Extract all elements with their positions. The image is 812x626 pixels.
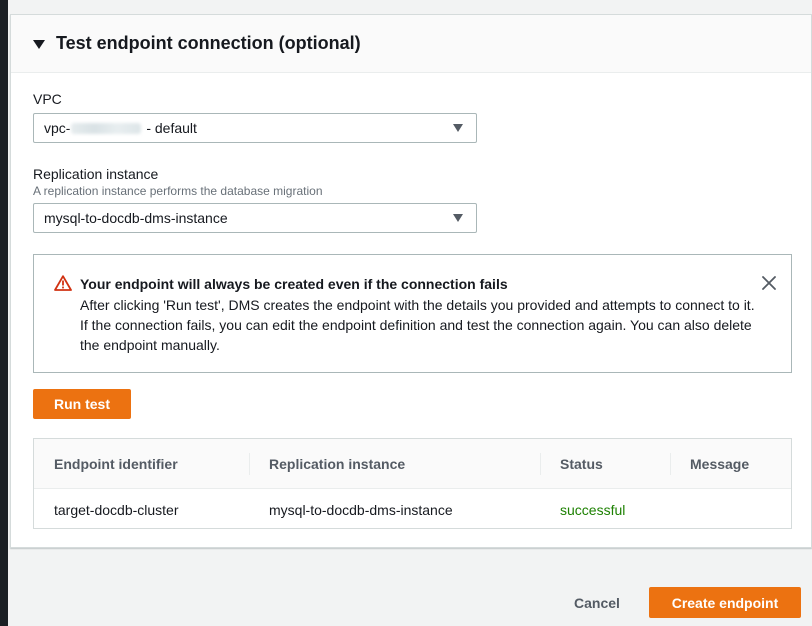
- redacted-vpc-id: [71, 122, 142, 134]
- column-header-status[interactable]: Status: [560, 439, 603, 489]
- column-divider[interactable]: [670, 453, 671, 475]
- alert-body: After clicking 'Run test', DMS creates t…: [80, 297, 755, 353]
- column-header-endpoint-identifier[interactable]: Endpoint identifier: [54, 439, 178, 489]
- column-header-message[interactable]: Message: [690, 439, 749, 489]
- table-header: Endpoint identifier Replication instance…: [34, 439, 791, 489]
- vpc-value-prefix: vpc-: [44, 120, 71, 136]
- replication-instance-label: Replication instance: [33, 166, 159, 182]
- results-table: Endpoint identifier Replication instance…: [33, 438, 792, 529]
- vpc-label: VPC: [33, 91, 62, 107]
- left-edge-strip: [0, 0, 8, 626]
- column-header-replication-instance[interactable]: Replication instance: [269, 439, 405, 489]
- vpc-value-suffix: - default: [142, 120, 197, 136]
- alert-title: Your endpoint will always be created eve…: [80, 276, 508, 292]
- test-connection-panel: Test endpoint connection (optional) VPC …: [10, 14, 812, 548]
- cell-endpoint-identifier: target-docdb-cluster: [54, 501, 179, 518]
- replication-instance-select[interactable]: mysql-to-docdb-dms-instance: [33, 203, 477, 233]
- caret-down-icon[interactable]: [33, 39, 45, 49]
- close-icon[interactable]: [761, 275, 777, 291]
- panel-header[interactable]: Test endpoint connection (optional): [11, 15, 811, 73]
- replication-instance-description: A replication instance performs the data…: [33, 184, 323, 198]
- dropdown-arrow-icon: [453, 214, 463, 222]
- create-endpoint-button[interactable]: Create endpoint: [649, 587, 801, 618]
- cancel-button[interactable]: Cancel: [574, 588, 620, 618]
- cell-replication-instance: mysql-to-docdb-dms-instance: [269, 501, 453, 518]
- replication-instance-value: mysql-to-docdb-dms-instance: [44, 210, 228, 226]
- column-divider[interactable]: [540, 453, 541, 475]
- panel-title: Test endpoint connection (optional): [56, 33, 361, 53]
- run-test-button[interactable]: Run test: [33, 389, 131, 419]
- warning-alert: Your endpoint will always be created eve…: [33, 254, 792, 373]
- dropdown-arrow-icon: [453, 124, 463, 132]
- column-divider[interactable]: [249, 453, 250, 475]
- warning-icon: [54, 275, 72, 291]
- vpc-select[interactable]: vpc- - default: [33, 113, 477, 143]
- status-badge: successful: [560, 501, 626, 518]
